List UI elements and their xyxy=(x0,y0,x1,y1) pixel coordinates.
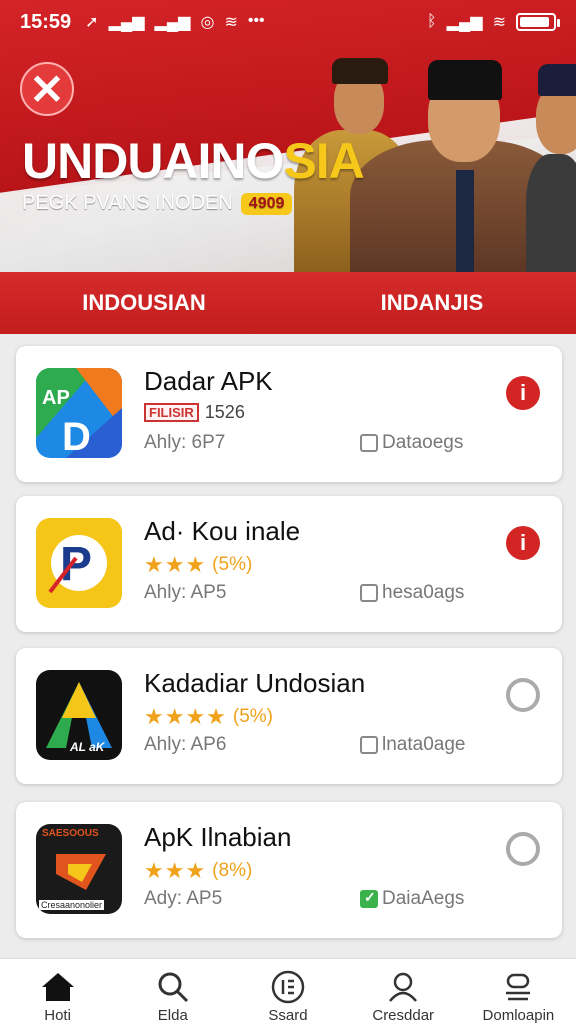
app-notification-icon: ➚ xyxy=(85,14,99,31)
info-icon: i xyxy=(519,380,527,405)
home-icon xyxy=(40,969,76,1005)
signal-icon: ▂▄▆ xyxy=(108,14,145,31)
app-data-label: hesa0ags xyxy=(382,582,465,603)
apk-ilnabian-icon: SAESOOUS Cresaanonolier xyxy=(36,824,122,914)
data-checkbox[interactable] xyxy=(360,434,378,452)
status-time: 15:59 xyxy=(20,10,72,33)
hero-subtitle: PEGK PVANS INODEN 4909 xyxy=(22,192,293,215)
data-checkbox[interactable] xyxy=(360,584,378,602)
app-card[interactable]: AP D Dadar APK FILISIR 1526 Ahly: 6P7 Da… xyxy=(16,346,562,482)
info-button[interactable]: i xyxy=(506,376,540,410)
search-icon xyxy=(155,969,191,1005)
svg-text:D: D xyxy=(62,415,91,458)
data-checkbox[interactable] xyxy=(360,889,378,908)
close-button[interactable]: ✕ xyxy=(20,62,74,116)
rating-stars: ★★★★ xyxy=(144,704,227,729)
app-data-label: DaiaAegs xyxy=(382,888,465,909)
download-icon xyxy=(500,969,536,1005)
app-tag: FILISIR xyxy=(144,403,199,422)
data-checkbox[interactable] xyxy=(360,736,378,754)
app-meta: 1526 xyxy=(204,402,245,422)
app-data-label: lnata0age xyxy=(382,734,466,755)
close-icon: ✕ xyxy=(29,65,65,113)
wifi-icon: ≋ xyxy=(224,14,238,31)
rating-stars: ★★★ xyxy=(144,552,207,577)
app-icon-text: AL aK xyxy=(70,740,105,754)
hero-title: UNDUAINOSIA xyxy=(22,133,365,189)
alarm-icon: ◎ xyxy=(200,14,215,31)
app-name: Dadar APK xyxy=(144,366,273,396)
nav-home[interactable]: Hoti xyxy=(0,959,115,1024)
ad-kou-icon: P xyxy=(36,518,122,608)
app-icon-text-top: SAESOOUS xyxy=(42,828,99,839)
nav-list[interactable]: Ssard xyxy=(230,959,345,1024)
app-card[interactable]: P Ad· Kou inale ★★★ (5%) Ahly: AP5 hesa0… xyxy=(16,496,562,632)
app-size: Ahly: 6P7 xyxy=(144,432,226,453)
app-name: Ad· Kou inale xyxy=(144,516,301,546)
bluetooth-icon: ᛒ xyxy=(427,13,437,30)
hero-banner: 15:59 ➚ ▂▄▆ ▂▄▆ ◎ ≋ ••• ᛒ ▂▄▆ ≋ ✕ UNDUAI… xyxy=(0,0,576,272)
select-radio[interactable] xyxy=(506,832,540,866)
status-bar: 15:59 ➚ ▂▄▆ ▂▄▆ ◎ ≋ ••• ᛒ ▂▄▆ ≋ xyxy=(0,0,576,44)
list-icon xyxy=(270,969,306,1005)
app-card[interactable]: SAESOOUS Cresaanonolier ApK Ilnabian ★★★… xyxy=(16,802,562,938)
battery-icon xyxy=(516,13,560,31)
info-icon: i xyxy=(519,530,527,555)
svg-text:P: P xyxy=(60,538,92,591)
nav-search[interactable]: Elda xyxy=(115,959,230,1024)
person-right-illustration xyxy=(526,54,576,272)
nav-user[interactable]: Cresddar xyxy=(346,959,461,1024)
app-icon-text-bottom: Cresaanonolier xyxy=(39,900,105,910)
more-icon: ••• xyxy=(247,12,265,29)
user-icon xyxy=(385,969,421,1005)
rating-percent: (5%) xyxy=(232,706,274,727)
app-name: Kadadiar Undosian xyxy=(144,668,366,698)
signal-icon-2: ▂▄▆ xyxy=(154,14,191,31)
tab-indanjis[interactable]: INDANJIS xyxy=(288,272,576,334)
app-size: Ahly: AP5 xyxy=(144,582,227,603)
info-button[interactable]: i xyxy=(506,526,540,560)
rating-percent: (5%) xyxy=(212,554,253,575)
svg-text:AP: AP xyxy=(42,387,70,409)
app-card[interactable]: AL aK Kadadiar Undosian ★★★★ (5%) Ahly: … xyxy=(16,648,562,784)
hero-badge: 4909 xyxy=(240,192,293,215)
select-radio[interactable] xyxy=(506,678,540,712)
app-size: Ahly: AP6 xyxy=(144,734,227,755)
app-data-label: Dataoegs xyxy=(382,432,464,453)
nav-download[interactable]: Domloapin xyxy=(461,959,576,1024)
app-size: Ady: AP5 xyxy=(144,888,223,909)
bottom-navigation: Hoti Elda Ssard Cresddar Domloapin xyxy=(0,958,576,1024)
rating-percent: (8%) xyxy=(212,860,253,881)
kadadiar-icon: AL aK xyxy=(36,670,122,760)
app-name: ApK Ilnabian xyxy=(144,822,292,852)
rating-stars: ★★★ xyxy=(144,858,207,883)
tab-bar: INDOUSIAN INDANJIS xyxy=(0,272,576,334)
dadar-apk-icon: AP D xyxy=(36,368,122,458)
wifi-status-icon: ≋ xyxy=(492,14,506,31)
cell-signal-icon: ▂▄▆ xyxy=(446,14,483,31)
tab-indousian[interactable]: INDOUSIAN xyxy=(0,272,288,334)
